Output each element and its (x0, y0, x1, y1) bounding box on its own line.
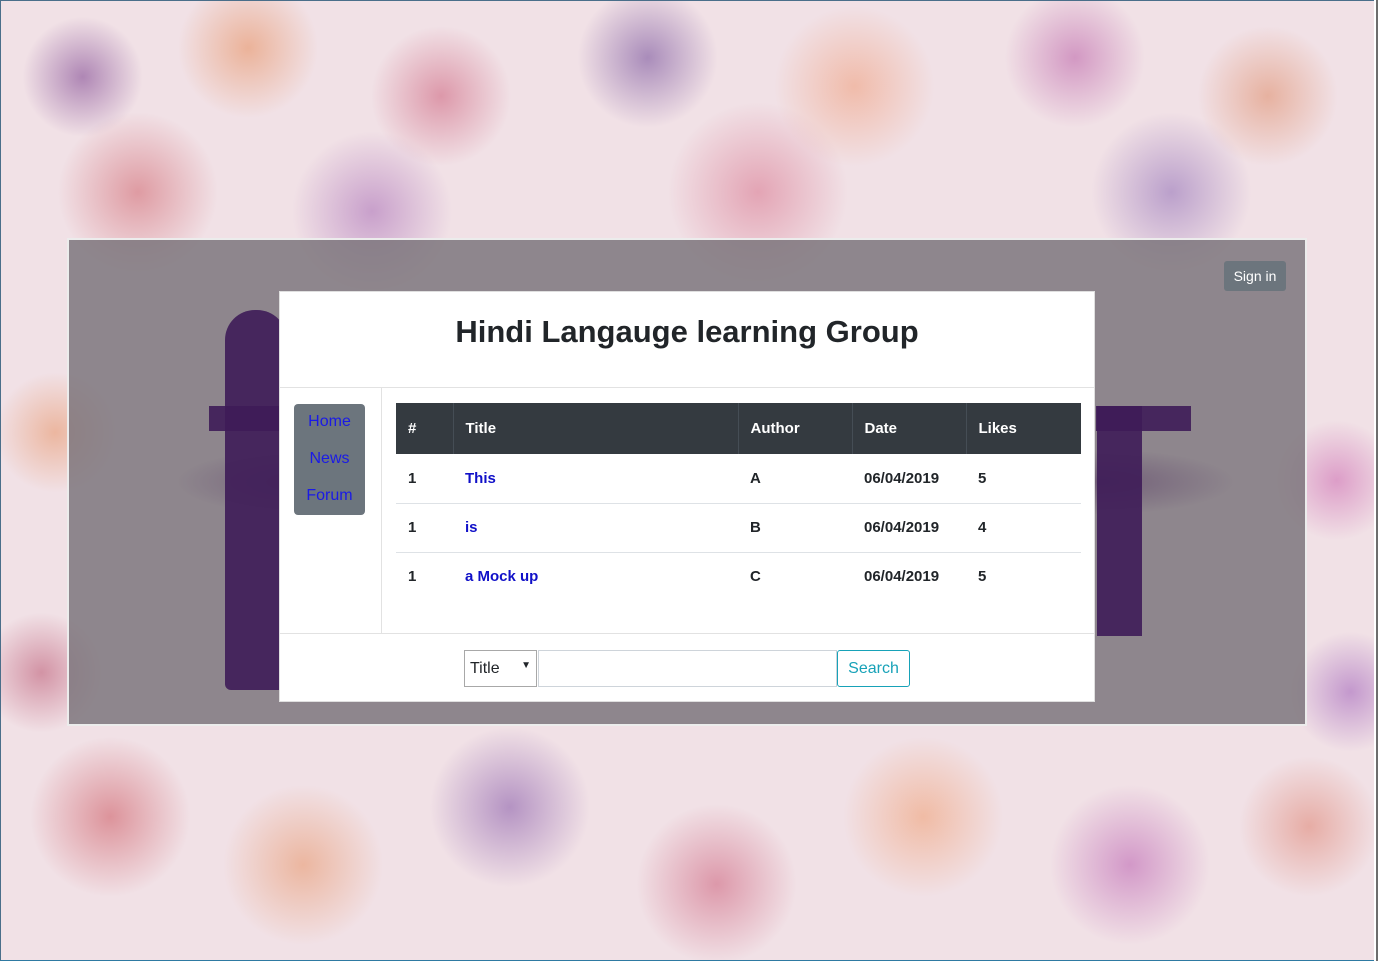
cell-likes: 5 (978, 469, 987, 487)
posts-table-container: # Title Author Date Likes 1 This A 06/04 (396, 403, 1081, 601)
cell-likes: 5 (966, 551, 1081, 601)
sign-in-button[interactable]: Sign in (1224, 261, 1286, 291)
cell-number: 1 (396, 551, 453, 601)
nav-link-forum[interactable]: Forum (294, 487, 365, 505)
cell-number: 1 (396, 502, 453, 552)
table-header: # Title Author Date Likes (396, 403, 1081, 454)
search-button[interactable]: Search (837, 650, 910, 687)
search-bar: Title ▼ Search (280, 634, 1094, 704)
post-title-link[interactable]: This (465, 470, 496, 487)
caret-down-icon: ▼ (521, 660, 531, 671)
column-header-title[interactable]: Title (453, 403, 739, 454)
hero-panel: Sign in Hindi Langauge learning Group Ho… (67, 238, 1307, 726)
cell-author: C (738, 551, 852, 601)
cell-title: This (453, 454, 738, 503)
cell-likes: 4 (966, 502, 1081, 552)
search-field-select[interactable]: Title ▼ (464, 650, 537, 687)
cell-number: 1 (408, 469, 417, 487)
cell-title: is (453, 502, 738, 552)
nav-menu: Home News Forum (294, 404, 365, 515)
column-header-author[interactable]: Author (738, 403, 853, 454)
column-header-likes[interactable]: Likes (966, 403, 1081, 454)
background-glyph-right-bar (1096, 406, 1191, 431)
nav-link-home[interactable]: Home (294, 413, 365, 431)
background-glyph-left (225, 310, 287, 690)
sidebar: Home News Forum (280, 388, 382, 633)
post-title-link[interactable]: is (465, 519, 478, 536)
background-glyph-right (1097, 406, 1142, 636)
main-card: Hindi Langauge learning Group Home News … (279, 291, 1095, 702)
column-header-number[interactable]: # (396, 403, 454, 454)
table-row: 1 is B 06/04/2019 4 (396, 502, 1081, 552)
posts-table: # Title Author Date Likes 1 This A 06/04 (396, 403, 1081, 601)
card-body: Home News Forum # Title Author Date Like… (280, 388, 1094, 634)
table-row: 1 a Mock up C 06/04/2019 5 (396, 551, 1081, 601)
cell-title: a Mock up (453, 551, 738, 601)
cell-author: B (738, 502, 852, 552)
cell-date: 06/04/2019 (852, 502, 966, 552)
column-header-date[interactable]: Date (852, 403, 967, 454)
nav-link-news[interactable]: News (294, 450, 365, 468)
search-input[interactable] (538, 650, 837, 687)
table-body: 1 This A 06/04/2019 5 1 is B 06/04/2019 … (396, 454, 1081, 601)
cell-date: 06/04/2019 (852, 551, 966, 601)
cell-author: A (750, 469, 761, 487)
page-title: Hindi Langauge learning Group (455, 314, 919, 349)
post-title-link[interactable]: a Mock up (465, 568, 538, 585)
cell-date: 06/04/2019 (864, 469, 940, 487)
search-field-selected-value: Title (470, 660, 500, 677)
card-header: Hindi Langauge learning Group (280, 292, 1094, 388)
table-row: 1 This A 06/04/2019 5 (396, 454, 1081, 503)
